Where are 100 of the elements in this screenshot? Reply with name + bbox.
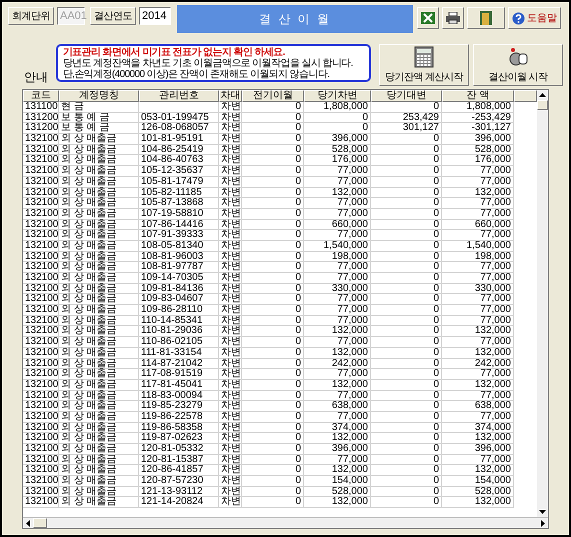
table-cell: 차변	[219, 305, 242, 316]
table-cell: 보 통 예 금	[59, 112, 139, 124]
table-cell: 외 상 매출금	[59, 273, 139, 284]
table-cell: 0	[242, 155, 304, 166]
table-cell: 77,000	[442, 316, 514, 326]
table-cell: 253,429	[371, 112, 442, 124]
table-cell: 176,000	[304, 155, 371, 166]
scroll-thumb[interactable]	[33, 518, 47, 528]
table-cell: 외 상 매출금	[59, 252, 139, 262]
table-cell: 차변	[219, 476, 242, 487]
table-cell: 105-82-11185	[139, 188, 219, 198]
action-button[interactable]: 당기잔액 계산시작	[379, 44, 469, 86]
table-cell: 외 상 매출금	[59, 358, 139, 370]
table-cell: 132100	[23, 401, 59, 412]
table-cell: 차변	[219, 176, 242, 188]
exit-button[interactable]	[467, 7, 505, 29]
table-cell: 77,000	[304, 273, 371, 284]
table-cell: 차변	[219, 112, 242, 124]
table-cell: 0	[371, 476, 442, 487]
table-cell: 0	[242, 220, 304, 230]
table-cell: 외 상 매출금	[59, 348, 139, 358]
table-cell: 154,000	[442, 476, 514, 487]
table-cell: 132100	[23, 454, 59, 466]
table-cell: 121-14-20824	[139, 497, 219, 508]
table-cell: 77,000	[304, 262, 371, 273]
table-cell: 0	[371, 230, 442, 241]
table-cell: 차변	[219, 497, 242, 508]
table-cell: 차변	[219, 348, 242, 358]
table-cell: 외 상 매출금	[59, 337, 139, 348]
table-cell: 77,000	[442, 454, 514, 466]
table-cell: 0	[371, 412, 442, 423]
table-cell: 1,808,000	[304, 102, 371, 113]
table-cell: 0	[371, 465, 442, 476]
table-cell: 외 상 매출금	[59, 412, 139, 423]
table-cell: 132,000	[442, 497, 514, 508]
table-cell: 0	[242, 358, 304, 370]
table-cell: 0	[371, 348, 442, 358]
table-cell: 외 상 매출금	[59, 326, 139, 338]
table-cell: 132100	[23, 166, 59, 177]
vertical-scrollbar[interactable]	[537, 90, 548, 517]
door-icon	[480, 11, 492, 25]
text-field[interactable]: 2014	[139, 7, 171, 25]
horizontal-scrollbar[interactable]	[23, 517, 548, 528]
table-cell: 132100	[23, 294, 59, 306]
table-cell: 1,540,000	[442, 240, 514, 252]
table-cell: 0	[371, 262, 442, 273]
table-cell: 차변	[219, 412, 242, 423]
table-cell: 77,000	[304, 176, 371, 188]
table-cell: 132,000	[304, 188, 371, 198]
table-cell: 외 상 매출금	[59, 208, 139, 220]
table-cell: 0	[371, 316, 442, 326]
table-cell: 77,000	[442, 305, 514, 316]
table-cell: 차변	[219, 166, 242, 177]
table-cell: 0	[242, 369, 304, 380]
table-cell: 114-87-21042	[139, 358, 219, 370]
excel-button[interactable]	[417, 7, 439, 29]
printer-icon	[446, 12, 460, 24]
table-cell: 77,000	[442, 208, 514, 220]
table-cell: 외 상 매출금	[59, 166, 139, 177]
table-cell: 0	[371, 369, 442, 380]
table-cell: 0	[304, 112, 371, 124]
table-cell: 132100	[23, 326, 59, 338]
column-header: 계정명칭	[59, 90, 139, 102]
table-cell: 차변	[219, 198, 242, 209]
table-cell: 0	[371, 401, 442, 412]
table-cell: 0	[242, 326, 304, 338]
table-cell: 77,000	[442, 176, 514, 188]
table-cell: 차변	[219, 369, 242, 380]
help-button[interactable]: 도움말	[508, 7, 561, 29]
table-cell: 0	[242, 390, 304, 402]
table-cell: 차변	[219, 433, 242, 444]
table-cell: 330,000	[304, 284, 371, 294]
print-button[interactable]	[442, 7, 464, 29]
table-cell: 0	[371, 144, 442, 156]
table-cell: 330,000	[442, 284, 514, 294]
table-cell: 0	[371, 454, 442, 466]
table-cell: 132,000	[442, 465, 514, 476]
table-cell: 0	[242, 273, 304, 284]
table-cell: 528,000	[304, 144, 371, 156]
table-cell: 120-81-15387	[139, 454, 219, 466]
table-cell: 외 상 매출금	[59, 155, 139, 166]
table-cell: 132100	[23, 369, 59, 380]
table-cell: 외 상 매출금	[59, 454, 139, 466]
field-label: 결산연도	[90, 7, 136, 25]
table-cell: 외 상 매출금	[59, 444, 139, 455]
scroll-thumb[interactable]	[537, 100, 548, 110]
action-button[interactable]: 결산이월 시작	[473, 44, 563, 86]
table-cell: 77,000	[304, 294, 371, 306]
spreadsheet-icon	[421, 12, 435, 24]
table-cell: 0	[371, 294, 442, 306]
table-cell: 0	[242, 262, 304, 273]
table-cell: 차변	[219, 273, 242, 284]
table-cell: 외 상 매출금	[59, 380, 139, 391]
table-cell: 0	[242, 284, 304, 294]
table-cell: 105-87-13868	[139, 198, 219, 209]
table-cell: 차변	[219, 284, 242, 294]
table-cell: 차변	[219, 230, 242, 241]
table-cell: 132100	[23, 465, 59, 476]
table-cell: 77,000	[304, 390, 371, 402]
table-cell: 0	[371, 433, 442, 444]
